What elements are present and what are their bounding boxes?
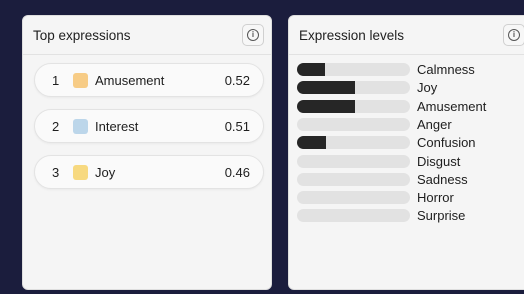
list-item: 2 Interest 0.51 (34, 109, 264, 143)
expression-score: 0.46 (224, 164, 250, 180)
list-item: 3 Joy 0.46 (34, 155, 264, 189)
panel-header: Top expressions i (23, 16, 271, 55)
level-bar-track (297, 154, 410, 168)
level-row: Anger (297, 117, 452, 132)
level-row: Joy (297, 80, 437, 95)
level-bar-track (297, 81, 410, 95)
info-icon: i (247, 29, 259, 41)
expression-name: Interest (95, 118, 139, 134)
level-bar-track (297, 172, 410, 186)
level-row: Surprise (297, 208, 465, 223)
rank-number: 1 (52, 72, 60, 88)
expression-score: 0.51 (224, 118, 250, 134)
level-row: Sadness (297, 172, 468, 187)
color-swatch (73, 118, 88, 134)
level-bar-track (297, 136, 410, 150)
level-row: Amusement (297, 99, 486, 114)
expression-score: 0.52 (224, 72, 250, 88)
level-label: Calmness (417, 62, 475, 77)
level-row: Horror (297, 190, 454, 205)
level-label: Surprise (417, 208, 466, 224)
rank-number: 2 (52, 118, 60, 134)
info-button[interactable]: i (242, 24, 264, 46)
level-bar-fill (297, 81, 355, 95)
level-row: Disgust (297, 154, 460, 169)
info-icon: i (508, 29, 520, 41)
panel-title: Expression levels (299, 27, 405, 43)
level-bar-fill (297, 136, 327, 150)
level-bar-track (297, 191, 410, 205)
rank-number: 3 (52, 164, 60, 180)
info-button[interactable]: i (503, 24, 524, 46)
level-bar-fill (297, 99, 355, 113)
panel-header: Expression levels i (289, 16, 524, 55)
level-bar-track (297, 63, 410, 76)
list-item: 1 Amusement 0.52 (34, 63, 264, 97)
level-label: Anger (417, 116, 452, 132)
panel-title: Top expressions (33, 27, 131, 43)
level-label: Joy (417, 80, 438, 96)
expression-levels-panel: Expression levels i Calmness Joy Amusement… (288, 15, 524, 290)
level-label: Amusement (417, 98, 487, 114)
level-row: Confusion (297, 135, 476, 150)
level-bar-track (297, 209, 410, 223)
level-label: Confusion (417, 135, 476, 151)
top-expressions-panel: Top expressions i 1 Amusement 0.52 2 Int… (22, 15, 272, 290)
level-label: Disgust (417, 153, 461, 169)
color-swatch (73, 164, 88, 180)
level-bar-track (297, 117, 410, 131)
level-label: Sadness (417, 171, 468, 187)
expression-name: Joy (95, 164, 116, 180)
level-bar-track (297, 99, 410, 113)
level-bar-fill (297, 63, 326, 76)
level-label: Horror (417, 190, 454, 206)
level-row: Calmness (297, 62, 475, 77)
color-swatch (73, 72, 88, 88)
expression-name: Amusement (95, 72, 165, 88)
